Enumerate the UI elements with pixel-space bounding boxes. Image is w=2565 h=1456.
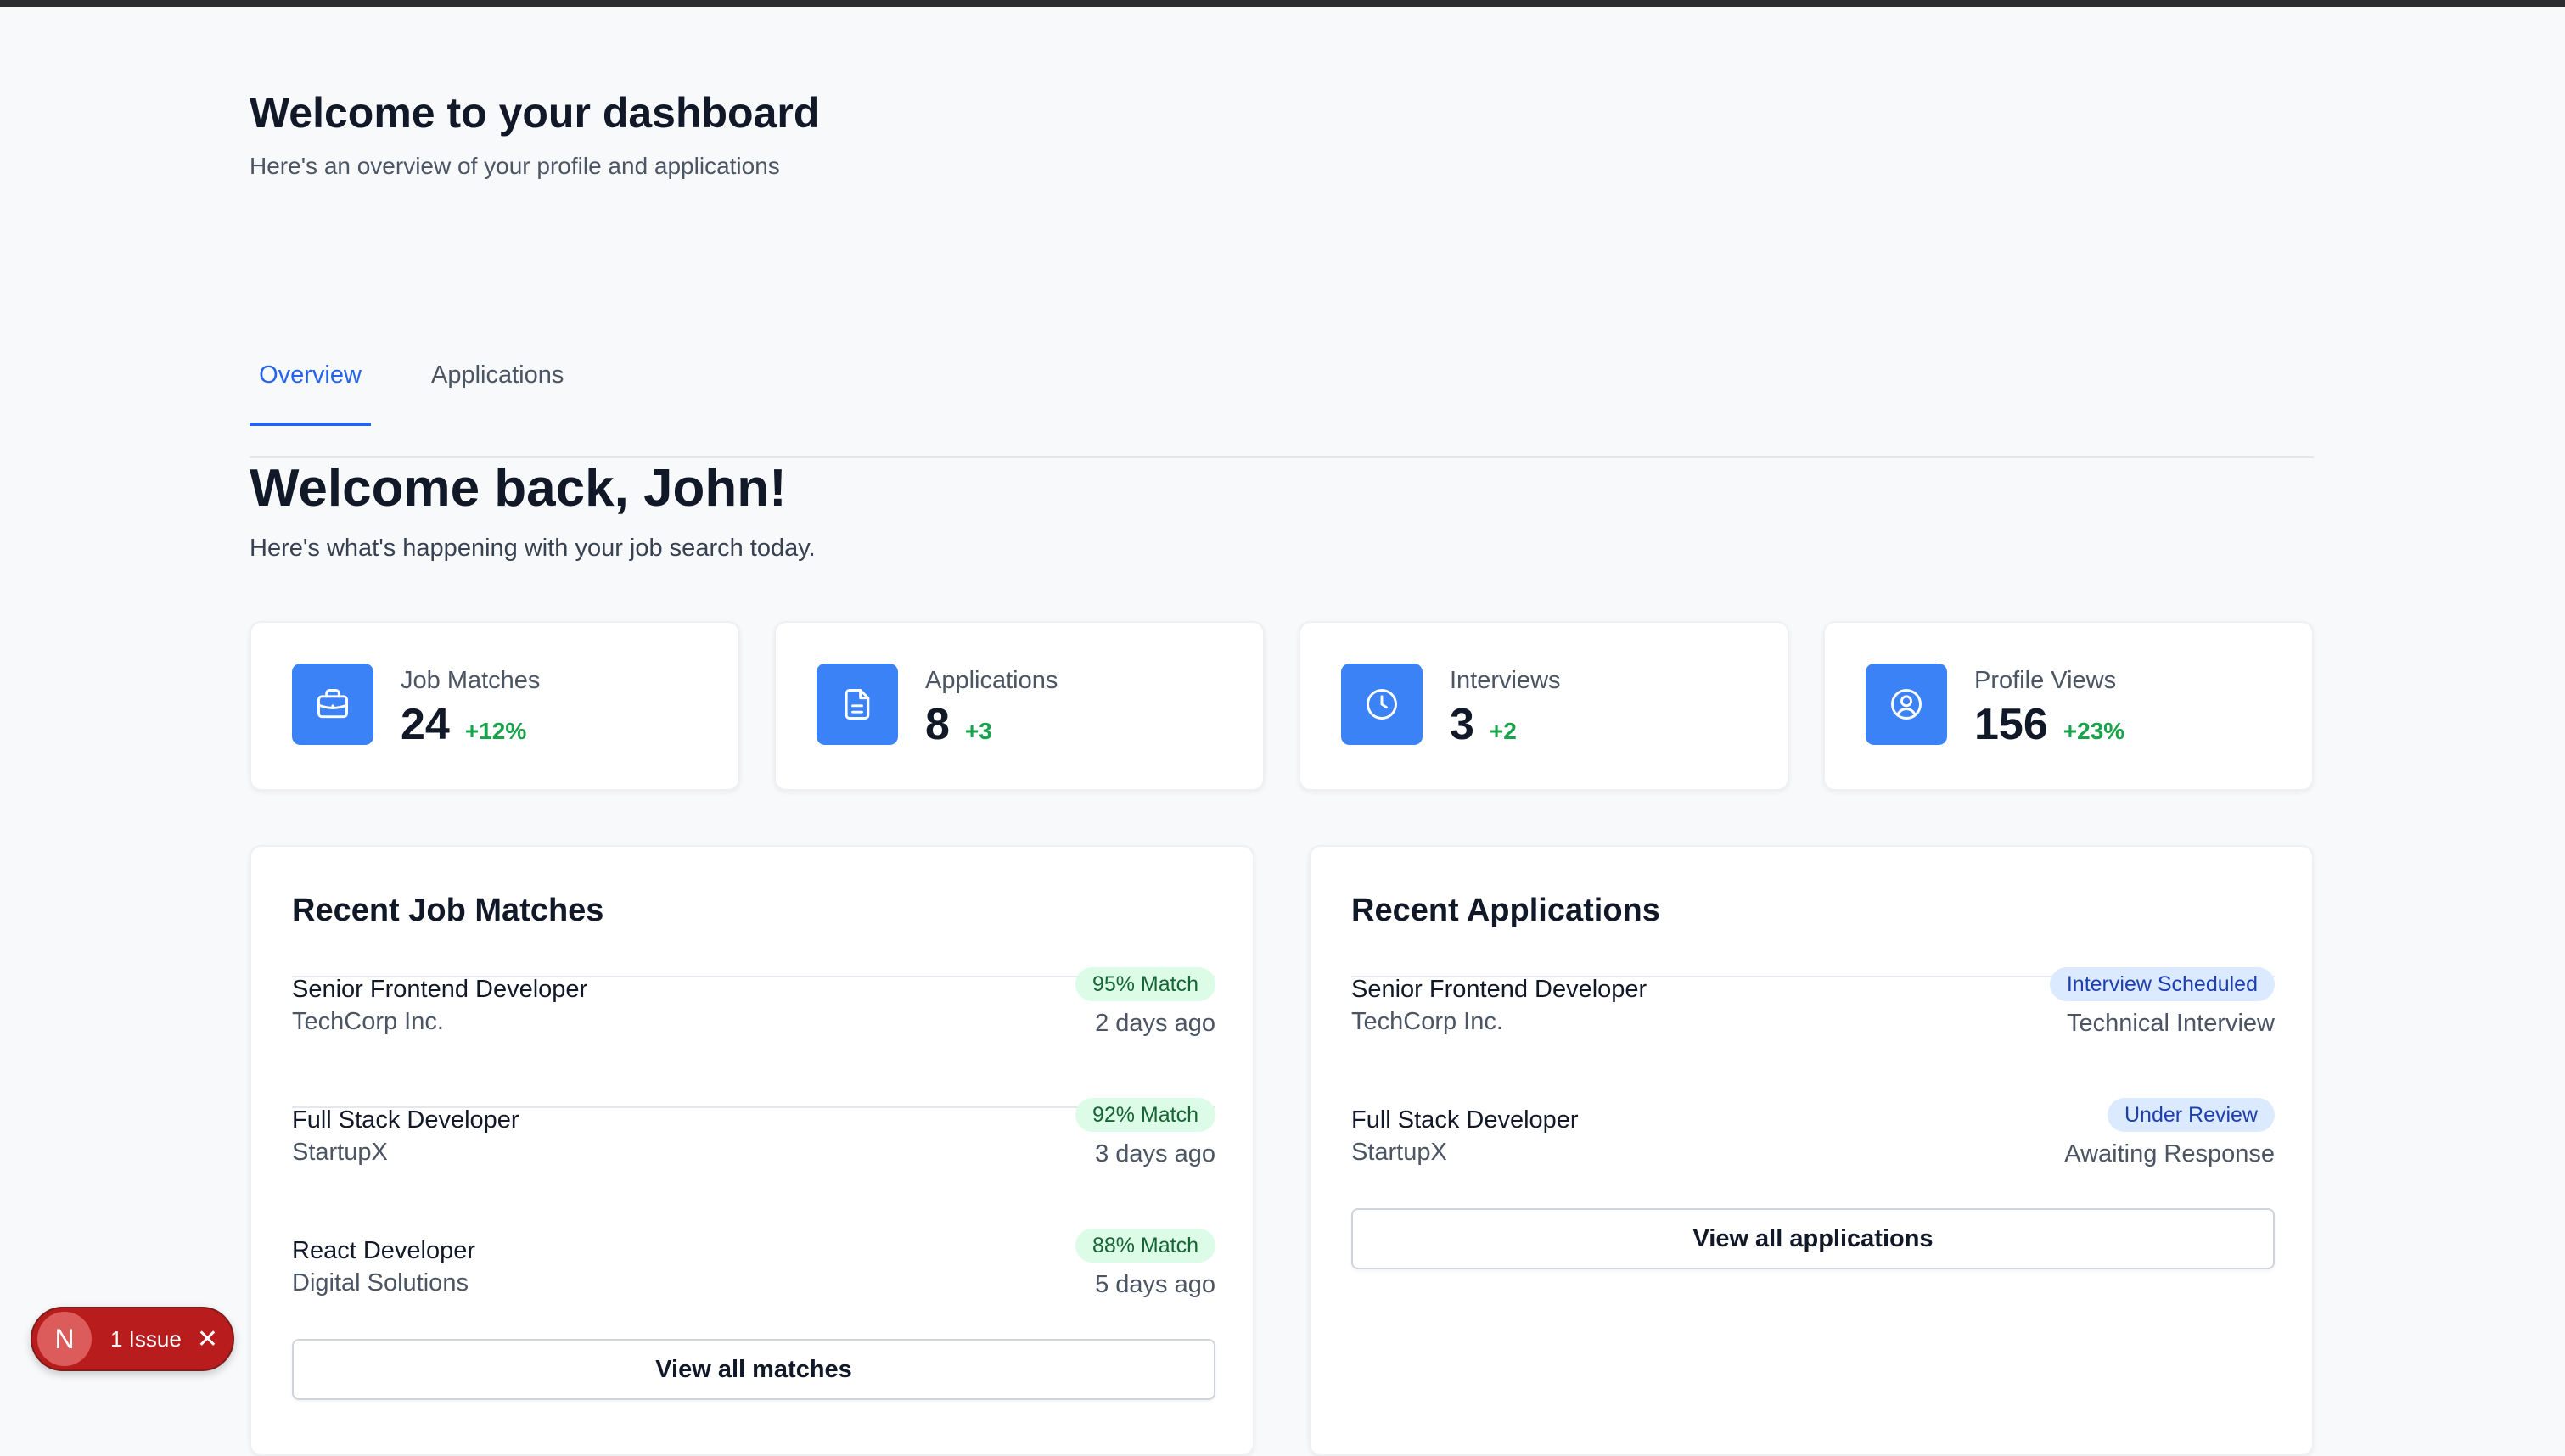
stat-delta: +3: [964, 718, 992, 744]
stat-card-interviews: Interviews 3 +2: [1299, 621, 1789, 791]
browser-top-bar: [0, 0, 2565, 7]
nextjs-logo-icon: N: [37, 1312, 92, 1366]
company-name: Digital Solutions: [292, 1269, 469, 1296]
stat-card-applications: Applications 8 +3: [774, 621, 1265, 791]
company-name: StartupX: [1351, 1139, 1447, 1166]
welcome-heading: Welcome back, John!: [250, 459, 787, 518]
stat-label: Applications: [925, 667, 1058, 694]
stat-value: 24: [401, 700, 450, 749]
stat-delta: +12%: [464, 718, 527, 744]
briefcase-icon: [292, 664, 373, 745]
recent-applications-panel: Recent Applications Senior Frontend Deve…: [1309, 845, 2314, 1456]
stat-delta: +2: [1489, 718, 1517, 744]
job-match-item[interactable]: Full Stack Developer StartupX 92% Match …: [292, 977, 1215, 1168]
application-item[interactable]: Senior Frontend Developer TechCorp Inc. …: [1351, 847, 2275, 1037]
match-badge: 88% Match: [1075, 1229, 1215, 1263]
recent-job-matches-panel: Recent Job Matches Senior Frontend Devel…: [250, 845, 1254, 1456]
issues-indicator[interactable]: N 1 Issue ✕: [31, 1307, 234, 1371]
clock-icon: [1341, 664, 1423, 745]
stat-delta: +23%: [2063, 718, 2125, 744]
application-stage: Awaiting Response: [2064, 1140, 2275, 1168]
stat-label: Profile Views: [1974, 667, 2117, 694]
stat-label: Interviews: [1450, 667, 1561, 694]
close-icon[interactable]: ✕: [197, 1324, 218, 1354]
stat-value: 3: [1450, 700, 1474, 749]
stat-card-profile-views: Profile Views 156 +23%: [1823, 621, 2314, 791]
stat-value: 8: [925, 700, 950, 749]
tab-overview[interactable]: Overview: [250, 361, 371, 426]
stat-card-job-matches: Job Matches 24 +12%: [250, 621, 740, 791]
user-circle-icon: [1866, 664, 1947, 745]
stat-label: Job Matches: [401, 667, 541, 694]
match-date: 5 days ago: [1095, 1271, 1215, 1298]
stats-row: Job Matches 24 +12% Applications 8 +3 In…: [250, 621, 2314, 791]
view-all-applications-button[interactable]: View all applications: [1351, 1208, 2275, 1269]
tab-applications[interactable]: Applications: [431, 361, 564, 426]
job-match-item[interactable]: Senior Frontend Developer TechCorp Inc. …: [292, 847, 1215, 1037]
stat-value: 156: [1974, 700, 2048, 749]
issue-count: 1 Issue: [110, 1325, 182, 1352]
page-title: Welcome to your dashboard: [250, 89, 820, 137]
job-match-item[interactable]: React Developer Digital Solutions 88% Ma…: [292, 1108, 1215, 1298]
document-icon: [817, 664, 898, 745]
application-item[interactable]: Full Stack Developer StartupX Under Revi…: [1351, 977, 2275, 1168]
page-subtitle: Here's an overview of your profile and a…: [250, 153, 780, 179]
job-title: React Developer: [292, 1237, 475, 1264]
tab-bar: Overview Applications: [250, 343, 2314, 458]
welcome-subtitle: Here's what's happening with your job se…: [250, 535, 816, 562]
view-all-matches-button[interactable]: View all matches: [292, 1339, 1215, 1400]
status-badge: Under Review: [2107, 1098, 2275, 1132]
job-title: Full Stack Developer: [1351, 1106, 1579, 1134]
